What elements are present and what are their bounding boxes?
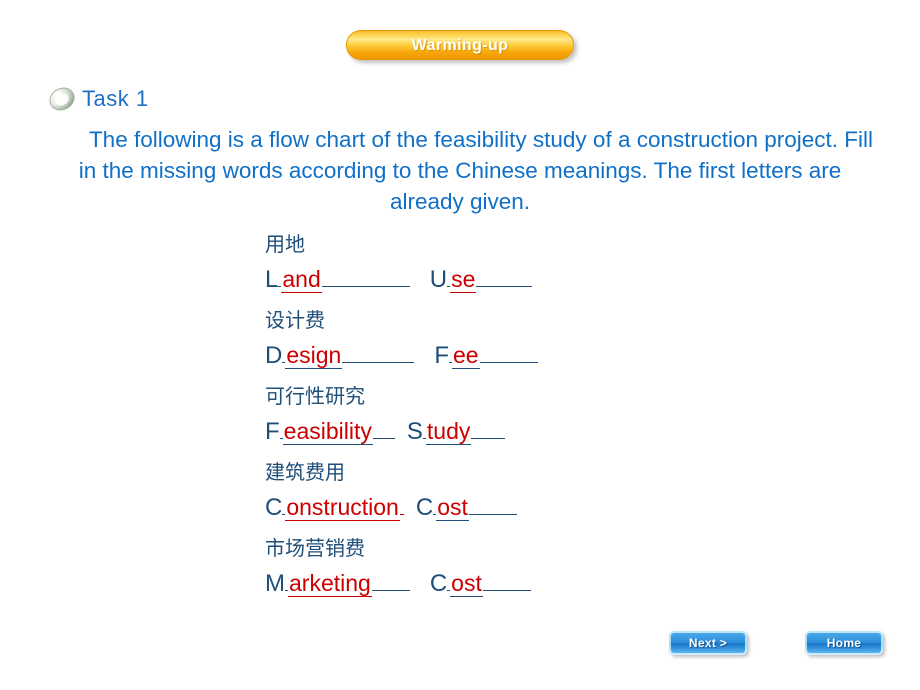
first-letter: D: [265, 342, 283, 369]
filled-answer: ost: [436, 494, 469, 521]
next-button-frame[interactable]: Next >: [669, 631, 747, 655]
chinese-prompt: 用地: [265, 232, 305, 256]
first-letter: S: [406, 418, 423, 445]
blank-line: [371, 590, 410, 591]
blank-line: [482, 590, 531, 591]
chinese-prompt: 可行性研究: [265, 384, 365, 408]
answer-row: Marketing Cost: [265, 564, 685, 606]
filled-answer: arketing: [288, 570, 372, 597]
glossy-oval-bullet-icon: [48, 86, 76, 112]
task-heading: Task 1: [48, 86, 149, 112]
next-button-label: Next >: [671, 633, 745, 653]
instruction-text: The following is a flow chart of the fea…: [78, 127, 874, 214]
filled-answer: se: [450, 266, 477, 293]
chinese-prompt: 建筑费用: [265, 460, 345, 484]
chinese-prompt: 市场营销费: [265, 536, 365, 560]
blank-line: [471, 438, 506, 439]
first-letter: L: [265, 266, 279, 293]
next-button[interactable]: Next >: [669, 631, 747, 655]
filled-answer: ee: [452, 342, 480, 369]
home-button[interactable]: Home: [805, 631, 883, 655]
filled-answer: and: [281, 266, 322, 293]
answer-slot-left[interactable]: Design: [265, 336, 415, 378]
exercise-item: 建筑费用 Construction Cost: [265, 456, 685, 530]
first-letter: C: [415, 494, 434, 521]
first-letter: F: [434, 342, 449, 369]
first-letter: C: [265, 494, 283, 521]
blank-line: [479, 362, 538, 363]
exercise-item: 设计费 Design Fee: [265, 304, 685, 378]
blank-line: [476, 286, 533, 287]
first-letter: M: [265, 570, 285, 597]
exercise-item: 用地 Land Use: [265, 228, 685, 302]
warming-up-banner: Warming-up: [346, 30, 574, 60]
filled-answer: esign: [285, 342, 343, 369]
answer-slot-left[interactable]: Land: [265, 260, 410, 302]
answer-slot-right[interactable]: Cost: [416, 488, 517, 530]
filled-answer: tudy: [425, 418, 472, 445]
filled-answer: ost: [450, 570, 483, 597]
answer-slot-left[interactable]: Feasibility: [265, 412, 395, 454]
home-button-frame[interactable]: Home: [805, 631, 883, 655]
answer-slot-right[interactable]: Fee: [434, 336, 538, 378]
answer-slot-left[interactable]: Marketing: [265, 564, 410, 606]
answer-row: Construction Cost: [265, 488, 685, 530]
blank-line: [342, 362, 415, 363]
chinese-prompt: 设计费: [265, 308, 325, 332]
banner-container: Warming-up: [0, 30, 920, 60]
answer-row: Design Fee: [265, 336, 685, 378]
blank-line: [372, 438, 395, 439]
exercise-list: 用地 Land Use 设计费 Design Fee 可行性研究 Feasibi…: [265, 228, 685, 608]
answer-row: Feasibility Study: [265, 412, 685, 454]
first-letter: F: [265, 418, 280, 445]
answer-slot-left[interactable]: Construction: [265, 488, 404, 530]
home-button-label: Home: [807, 633, 881, 653]
first-letter: C: [429, 570, 448, 597]
first-letter: U: [429, 266, 448, 293]
filled-answer: easibility: [282, 418, 373, 445]
blank-line: [321, 286, 410, 287]
answer-slot-right[interactable]: Study: [407, 412, 506, 454]
exercise-item: 市场营销费 Marketing Cost: [265, 532, 685, 606]
filled-answer: onstruction: [285, 494, 400, 521]
blank-line: [468, 514, 517, 515]
blank-line: [399, 514, 404, 515]
answer-slot-right[interactable]: Use: [430, 260, 533, 302]
task-title: Task 1: [82, 86, 149, 111]
answer-row: Land Use: [265, 260, 685, 302]
exercise-item: 可行性研究 Feasibility Study: [265, 380, 685, 454]
answer-slot-right[interactable]: Cost: [430, 564, 531, 606]
